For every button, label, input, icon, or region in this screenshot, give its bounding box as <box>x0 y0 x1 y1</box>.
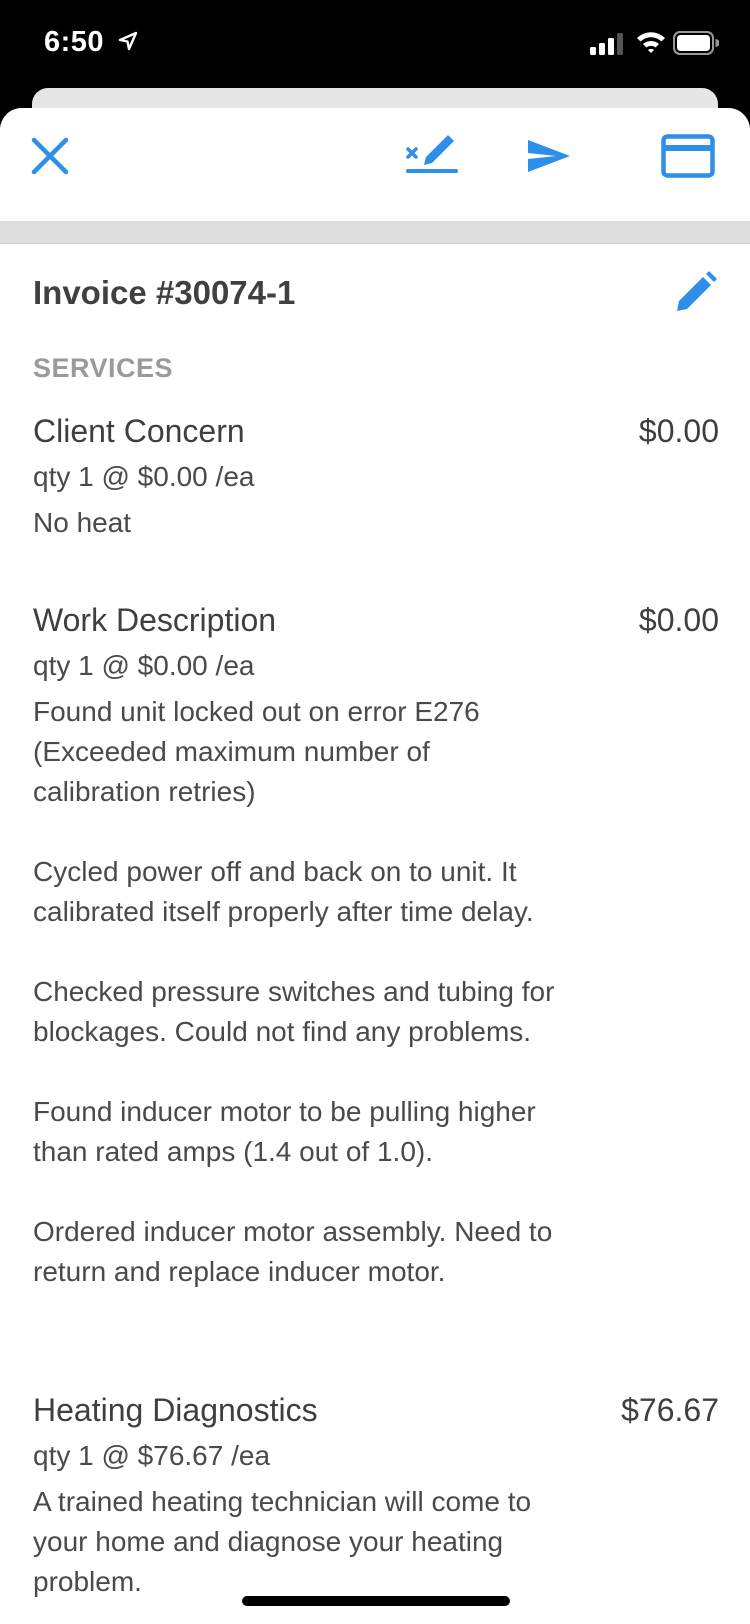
invoice-title: Invoice #30074-1 <box>33 274 296 311</box>
signature-icon <box>404 131 462 182</box>
close-icon <box>30 136 70 181</box>
service-item-name: Work Description <box>33 602 277 638</box>
service-item-name: Client Concern <box>33 413 245 449</box>
service-item-description: Found unit locked out on error E276 (Exc… <box>33 696 555 1287</box>
service-item-qty: qty 1 @ $0.00 /ea <box>33 650 255 681</box>
send-icon <box>526 138 572 179</box>
battery-icon <box>673 31 720 60</box>
credit-card-icon <box>661 133 715 183</box>
service-item-description: A trained heating technician will come t… <box>33 1486 532 1597</box>
service-item-client-concern[interactable]: Client Concern $0.00 qty 1 @ $0.00 /ea N… <box>33 411 719 543</box>
pencil-icon <box>673 269 717 318</box>
service-item-price: $0.00 <box>638 602 719 638</box>
status-bar: 6:50 <box>0 0 750 92</box>
send-button[interactable] <box>524 136 574 180</box>
service-item-work-description[interactable]: Work Description $0.00 qty 1 @ $0.00 /ea… <box>33 600 719 1292</box>
service-item-name: Heating Diagnostics <box>33 1392 318 1428</box>
service-item-description: No heat <box>33 507 132 538</box>
service-item-price: $0.00 <box>638 413 719 449</box>
service-item-price: $76.67 <box>621 1392 719 1428</box>
service-item-qty: qty 1 @ $0.00 /ea <box>33 461 255 492</box>
service-item-qty: qty 1 @ $76.67 /ea <box>33 1440 271 1471</box>
edit-invoice-button[interactable] <box>670 268 720 318</box>
status-time: 6:50 <box>44 26 105 58</box>
location-arrow-icon <box>118 31 138 56</box>
sign-button[interactable] <box>404 132 462 180</box>
invoice-sheet: Invoice #30074-1 SERVICES Client Concern… <box>0 108 750 1624</box>
header-divider <box>0 221 750 244</box>
cellular-signal-icon <box>590 33 626 60</box>
services-section-label: SERVICES <box>33 353 174 383</box>
wifi-icon <box>636 30 666 59</box>
toolbar <box>0 108 750 220</box>
service-item-heating-diagnostics[interactable]: Heating Diagnostics $76.67 qty 1 @ $76.6… <box>33 1390 719 1602</box>
home-indicator[interactable] <box>242 1596 510 1606</box>
close-button[interactable] <box>28 136 72 180</box>
payment-button[interactable] <box>660 133 716 183</box>
